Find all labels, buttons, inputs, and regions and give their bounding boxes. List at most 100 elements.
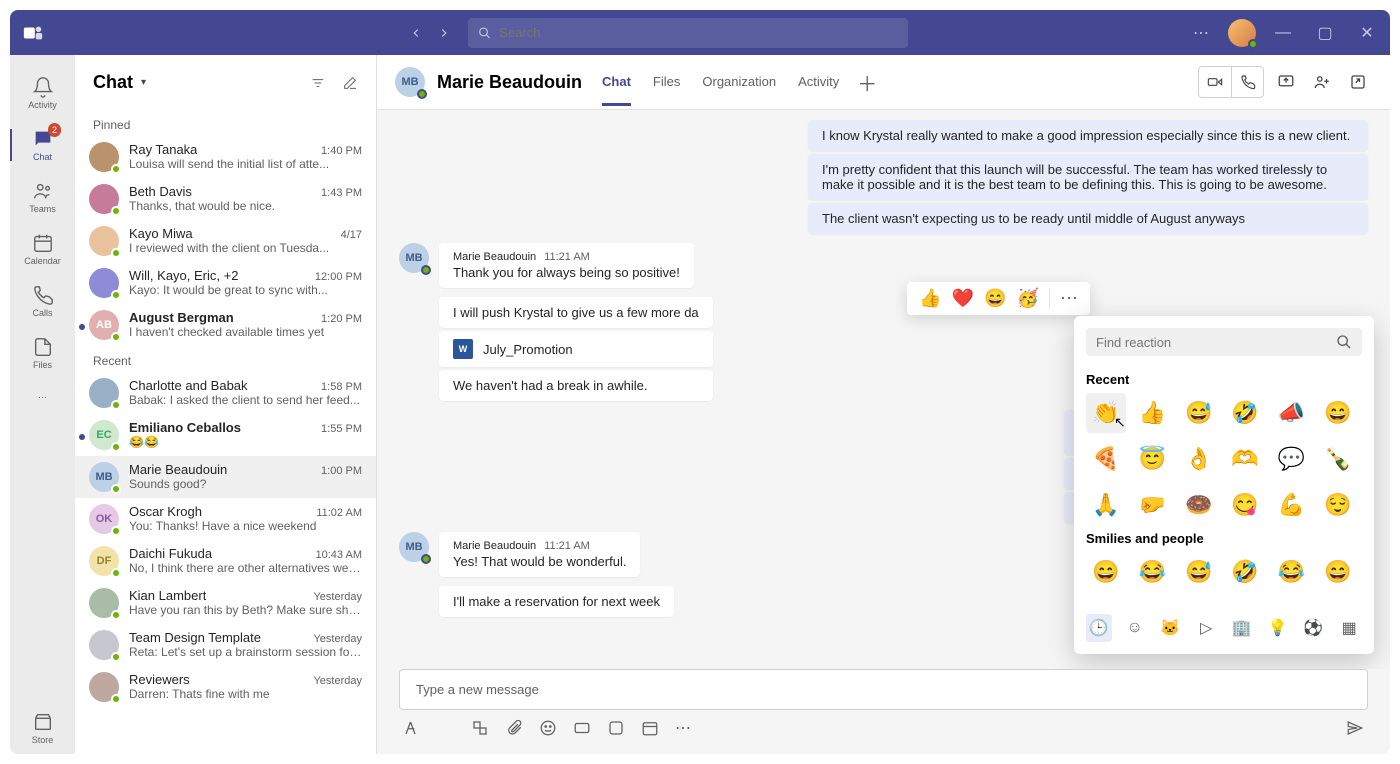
window-close-button[interactable]: ✕ bbox=[1352, 18, 1382, 48]
rail-teams[interactable]: Teams bbox=[10, 171, 75, 223]
tab-files[interactable]: Files bbox=[653, 74, 680, 106]
reaction-emoji[interactable]: 😋 bbox=[1225, 485, 1265, 525]
reaction-emoji[interactable]: 🍩 bbox=[1179, 485, 1219, 525]
filter-button[interactable] bbox=[310, 75, 326, 91]
reaction-party[interactable]: 🥳 bbox=[1017, 288, 1039, 309]
priority-button[interactable] bbox=[437, 719, 455, 737]
sent-message[interactable]: I'm pretty confident that this launch wi… bbox=[808, 154, 1368, 200]
rail-calls[interactable]: Calls bbox=[10, 275, 75, 327]
received-message[interactable]: Marie Beaudouin11:21 AMYes! That would b… bbox=[439, 532, 640, 577]
reaction-emoji[interactable]: 🍾 bbox=[1318, 439, 1358, 479]
chat-list-item[interactable]: ABAugust Bergman1:20 PMI haven't checked… bbox=[75, 304, 376, 346]
sticker-button[interactable] bbox=[607, 719, 625, 737]
category-travel[interactable]: 🏢 bbox=[1229, 614, 1255, 642]
window-minimize-button[interactable]: ― bbox=[1268, 18, 1298, 48]
chat-list-item[interactable]: ECEmiliano Ceballos1:55 PM😂😂 bbox=[75, 414, 376, 456]
chat-list-item[interactable]: Beth Davis1:43 PMThanks, that would be n… bbox=[75, 178, 376, 220]
more-options-button[interactable]: ⋯ bbox=[1186, 18, 1216, 48]
loop-button[interactable] bbox=[471, 719, 489, 737]
search-box[interactable] bbox=[468, 18, 908, 48]
category-symbols[interactable]: ▦ bbox=[1336, 614, 1362, 642]
send-button[interactable] bbox=[1346, 719, 1364, 737]
chat-list-item[interactable]: OKOscar Krogh11:02 AMYou: Thanks! Have a… bbox=[75, 498, 376, 540]
add-people-button[interactable] bbox=[1308, 68, 1336, 96]
file-attachment[interactable]: WJuly_Promotion bbox=[439, 331, 713, 367]
chevron-down-icon[interactable]: ▾ bbox=[141, 77, 146, 88]
search-input[interactable] bbox=[499, 25, 898, 40]
nav-forward-button[interactable] bbox=[432, 21, 456, 45]
rail-activity[interactable]: Activity bbox=[10, 67, 75, 119]
emoji-button[interactable] bbox=[539, 719, 557, 737]
rail-calendar[interactable]: Calendar bbox=[10, 223, 75, 275]
category-objects[interactable]: 💡 bbox=[1265, 614, 1291, 642]
chat-list-item[interactable]: MBMarie Beaudouin1:00 PMSounds good? bbox=[75, 456, 376, 498]
chat-list-item[interactable]: DFDaichi Fukuda10:43 AMNo, I think there… bbox=[75, 540, 376, 582]
reaction-more-button[interactable]: ⋯ bbox=[1049, 288, 1078, 309]
reaction-emoji[interactable]: 😅 bbox=[1179, 552, 1219, 592]
reaction-emoji[interactable]: 👌 bbox=[1179, 439, 1219, 479]
category-animals[interactable]: 🐱 bbox=[1158, 614, 1184, 642]
chat-list-item[interactable]: Will, Kayo, Eric, +212:00 PMKayo: It wou… bbox=[75, 262, 376, 304]
popout-button[interactable] bbox=[1344, 68, 1372, 96]
reaction-thumbsup[interactable]: 👍 bbox=[919, 288, 941, 309]
chat-list-item[interactable]: Charlotte and Babak1:58 PMBabak: I asked… bbox=[75, 372, 376, 414]
audio-call-button[interactable] bbox=[1231, 67, 1263, 97]
reaction-emoji[interactable]: 💬 bbox=[1271, 439, 1311, 479]
reaction-emoji[interactable]: 😂 bbox=[1132, 552, 1172, 592]
rail-more[interactable]: ⋯ bbox=[10, 379, 75, 415]
reaction-search[interactable] bbox=[1086, 328, 1362, 356]
rail-files[interactable]: Files bbox=[10, 327, 75, 379]
reaction-emoji[interactable]: 🙏 bbox=[1086, 485, 1126, 525]
reaction-emoji[interactable]: 😄 bbox=[1086, 552, 1126, 592]
rail-chat[interactable]: 2Chat bbox=[10, 119, 75, 171]
reaction-emoji[interactable]: 😂 bbox=[1271, 552, 1311, 592]
reaction-emoji[interactable]: 🤣 bbox=[1225, 552, 1265, 592]
reaction-emoji[interactable]: 😌 bbox=[1318, 485, 1358, 525]
window-maximize-button[interactable]: ▢ bbox=[1310, 18, 1340, 48]
video-call-button[interactable] bbox=[1199, 67, 1231, 97]
received-message[interactable]: I will push Krystal to give us a few mor… bbox=[439, 297, 713, 328]
chat-list-item[interactable]: Ray Tanaka1:40 PMLouisa will send the in… bbox=[75, 136, 376, 178]
reaction-emoji[interactable]: 😇 bbox=[1132, 439, 1172, 479]
tab-organization[interactable]: Organization bbox=[702, 74, 776, 106]
sent-message[interactable]: The client wasn't expecting us to be rea… bbox=[808, 203, 1368, 234]
reaction-emoji[interactable]: 🤛 bbox=[1132, 485, 1172, 525]
chat-list-item[interactable]: ReviewersYesterdayDarren: Thats fine wit… bbox=[75, 666, 376, 708]
reaction-emoji[interactable]: 👏 bbox=[1086, 393, 1126, 433]
rail-store[interactable]: Store bbox=[10, 702, 75, 754]
reaction-heart[interactable]: ❤️ bbox=[952, 288, 974, 309]
chat-list-title[interactable]: Chat bbox=[93, 72, 133, 93]
share-screen-button[interactable] bbox=[1272, 68, 1300, 96]
received-message[interactable]: Marie Beaudouin11:21 AMThank you for alw… bbox=[439, 243, 694, 288]
current-user-avatar[interactable] bbox=[1228, 19, 1256, 47]
attach-button[interactable] bbox=[505, 719, 523, 737]
more-compose-button[interactable]: ⋯ bbox=[675, 718, 691, 738]
reaction-laugh[interactable]: 😄 bbox=[984, 288, 1006, 309]
category-recent[interactable]: 🕒 bbox=[1086, 614, 1112, 642]
category-activities[interactable]: ⚽ bbox=[1301, 614, 1327, 642]
chat-list-item[interactable]: Kian LambertYesterdayHave you ran this b… bbox=[75, 582, 376, 624]
reaction-emoji[interactable]: 😄 bbox=[1318, 393, 1358, 433]
reaction-emoji[interactable]: 💪 bbox=[1271, 485, 1311, 525]
schedule-button[interactable] bbox=[641, 719, 659, 737]
add-tab-button[interactable]: ＋ bbox=[857, 68, 877, 97]
gif-button[interactable] bbox=[573, 719, 591, 737]
reaction-emoji[interactable]: 🤣 bbox=[1225, 393, 1265, 433]
reaction-emoji[interactable]: 🍕 bbox=[1086, 439, 1126, 479]
reaction-emoji[interactable]: 📣 bbox=[1271, 393, 1311, 433]
reaction-emoji[interactable]: 😅 bbox=[1179, 393, 1219, 433]
reaction-emoji[interactable]: 👍 bbox=[1132, 393, 1172, 433]
reaction-search-input[interactable] bbox=[1096, 335, 1336, 350]
nav-back-button[interactable] bbox=[404, 21, 428, 45]
reaction-emoji[interactable]: 🫶 bbox=[1225, 439, 1265, 479]
category-food[interactable]: ▷ bbox=[1193, 614, 1219, 642]
new-chat-button[interactable] bbox=[342, 75, 358, 91]
reaction-emoji[interactable]: 😄 bbox=[1318, 552, 1358, 592]
chat-list-item[interactable]: Team Design TemplateYesterdayReta: Let's… bbox=[75, 624, 376, 666]
category-smilies[interactable]: ☺ bbox=[1122, 614, 1148, 642]
chat-list-item[interactable]: Kayo Miwa4/17I reviewed with the client … bbox=[75, 220, 376, 262]
received-message[interactable]: I'll make a reservation for next week bbox=[439, 586, 674, 617]
format-button[interactable] bbox=[403, 719, 421, 737]
tab-chat[interactable]: Chat bbox=[602, 74, 631, 106]
tab-activity[interactable]: Activity bbox=[798, 74, 839, 106]
